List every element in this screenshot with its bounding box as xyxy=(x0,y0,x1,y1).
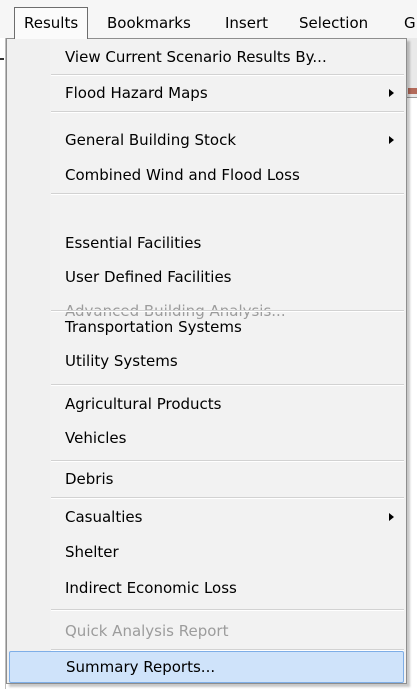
menu-item-general-building-stock[interactable]: General Building Stock xyxy=(9,124,404,156)
menu-separator xyxy=(51,649,404,651)
submenu-arrow-icon xyxy=(389,513,394,521)
menu-separator xyxy=(51,497,404,499)
menu-item-flood-hazard-maps[interactable]: Flood Hazard Maps xyxy=(9,77,404,109)
menu-item-label: Debris xyxy=(65,470,114,488)
menubar-g[interactable]: G xyxy=(395,8,417,38)
menu-separator xyxy=(51,193,404,195)
app-window: Results Bookmarks Insert Selection G Vie… xyxy=(0,0,417,689)
menu-item-agricultural-products[interactable]: Agricultural Products xyxy=(9,388,404,420)
menu-item-label: Shelter xyxy=(65,543,119,561)
menu-item-casualties[interactable]: Casualties xyxy=(9,501,404,533)
menu-item-utility-systems[interactable]: Utility Systems xyxy=(9,345,404,377)
menu-item-combined-wind-flood-loss[interactable]: Combined Wind and Flood Loss xyxy=(9,159,404,191)
menu-item-label: Utility Systems xyxy=(65,352,178,370)
menu-separator xyxy=(51,111,404,113)
background-toolbar xyxy=(406,38,417,98)
menu-separator xyxy=(51,460,404,462)
menu-item-transportation-systems[interactable]: Transportation Systems xyxy=(9,311,404,343)
menu-separator xyxy=(51,609,404,611)
menu-separator xyxy=(51,384,404,386)
menu-bar: Results Bookmarks Insert Selection G xyxy=(0,0,417,39)
menu-item-vehicles[interactable]: Vehicles xyxy=(9,422,404,454)
background-tick xyxy=(0,58,4,60)
results-dropdown-menu: View Current Scenario Results By... Floo… xyxy=(6,38,407,684)
menu-item-label: Combined Wind and Flood Loss xyxy=(65,166,300,184)
toolbar-icon-fragment xyxy=(408,88,417,94)
menubar-selection[interactable]: Selection xyxy=(290,8,377,38)
menu-item-label: View Current Scenario Results By... xyxy=(65,48,327,66)
menu-item-label: Vehicles xyxy=(65,429,127,447)
menu-item-user-defined-facilities[interactable]: User Defined Facilities xyxy=(9,261,404,293)
menu-item-label: Casualties xyxy=(65,508,143,526)
menu-item-indirect-economic-loss[interactable]: Indirect Economic Loss xyxy=(9,572,404,604)
menu-item-essential-facilities[interactable]: Essential Facilities xyxy=(9,227,404,259)
menu-separator xyxy=(51,74,404,76)
menu-item-quick-analysis-report: Quick Analysis Report xyxy=(9,615,404,647)
submenu-arrow-icon xyxy=(389,136,394,144)
menu-item-label: Flood Hazard Maps xyxy=(65,84,208,102)
menu-item-view-current-scenario-results[interactable]: View Current Scenario Results By... xyxy=(9,41,404,73)
menu-item-summary-reports[interactable]: Summary Reports... xyxy=(9,651,404,683)
menu-item-label: Quick Analysis Report xyxy=(65,622,229,640)
menu-item-label: General Building Stock xyxy=(65,131,237,149)
menubar-insert[interactable]: Insert xyxy=(216,8,277,38)
submenu-arrow-icon xyxy=(389,89,394,97)
menubar-results[interactable]: Results xyxy=(14,7,89,39)
menu-item-label: Transportation Systems xyxy=(65,318,242,336)
menu-item-shelter[interactable]: Shelter xyxy=(9,536,404,568)
menu-item-label: Agricultural Products xyxy=(65,395,222,413)
menu-item-label: Essential Facilities xyxy=(65,234,202,252)
menu-item-label: Summary Reports... xyxy=(66,658,216,676)
menubar-bookmarks[interactable]: Bookmarks xyxy=(98,8,200,38)
menu-item-label: Indirect Economic Loss xyxy=(65,579,237,597)
menu-item-debris[interactable]: Debris xyxy=(9,463,404,495)
menu-item-label: User Defined Facilities xyxy=(65,268,232,286)
